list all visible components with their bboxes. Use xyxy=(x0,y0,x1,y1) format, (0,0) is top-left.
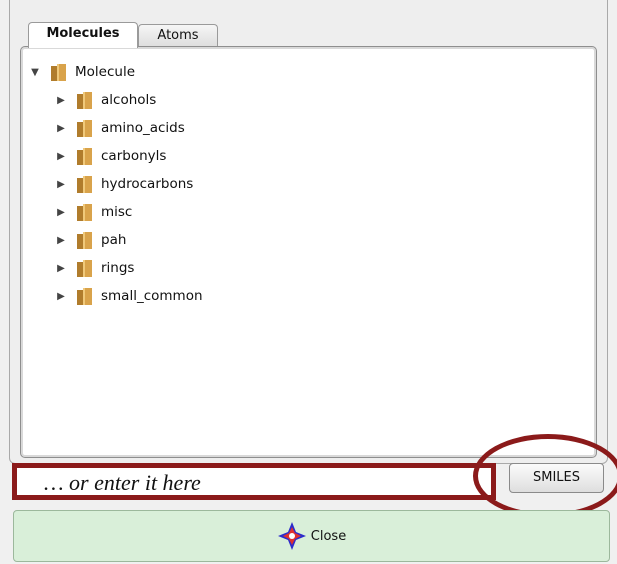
tree-item-label: carbonyls xyxy=(101,148,167,164)
tree-item-pah[interactable]: ▶ pah xyxy=(55,228,126,252)
folder-icon xyxy=(77,148,92,165)
tree-item-label: alcohols xyxy=(101,92,157,108)
folder-icon xyxy=(77,288,92,305)
smiles-input[interactable] xyxy=(22,470,482,496)
expand-arrow-icon[interactable]: ▼ xyxy=(29,67,41,78)
tree-item-rings[interactable]: ▶ rings xyxy=(55,256,134,280)
tree-item-label: amino_acids xyxy=(101,120,185,136)
tree-item-label: Molecule xyxy=(75,64,135,80)
tree-item-amino-acids[interactable]: ▶ amino_acids xyxy=(55,116,185,140)
tree-item-small-common[interactable]: ▶ small_common xyxy=(55,284,203,308)
collapse-arrow-icon[interactable]: ▶ xyxy=(55,95,67,106)
folder-icon xyxy=(77,260,92,277)
molecule-tree[interactable]: ▼ Molecule ▶ alcohols ▶ amino_acids ▶ ca… xyxy=(20,46,597,458)
tree-item-label: hydrocarbons xyxy=(101,176,194,192)
tree-item-carbonyls[interactable]: ▶ carbonyls xyxy=(55,144,166,168)
folder-icon xyxy=(51,64,66,81)
tree-item-misc[interactable]: ▶ misc xyxy=(55,200,132,224)
smiles-button[interactable]: SMILES xyxy=(509,463,604,493)
folder-icon xyxy=(77,204,92,221)
tree-item-hydrocarbons[interactable]: ▶ hydrocarbons xyxy=(55,172,193,196)
tree-item-label: rings xyxy=(101,260,135,276)
collapse-arrow-icon[interactable]: ▶ xyxy=(55,263,67,274)
collapse-arrow-icon[interactable]: ▶ xyxy=(55,123,67,134)
tree-item-alcohols[interactable]: ▶ alcohols xyxy=(55,88,156,112)
tree-item-label: misc xyxy=(101,204,133,220)
folder-icon xyxy=(77,92,92,109)
smiles-input-highlight xyxy=(12,463,496,500)
tree-root[interactable]: ▼ Molecule xyxy=(29,60,135,84)
collapse-arrow-icon[interactable]: ▶ xyxy=(55,207,67,218)
tree-item-label: small_common xyxy=(101,288,203,304)
collapse-arrow-icon[interactable]: ▶ xyxy=(55,291,67,302)
folder-icon xyxy=(77,120,92,137)
close-button[interactable]: Close xyxy=(13,510,610,562)
close-button-label: Close xyxy=(310,528,347,544)
collapse-arrow-icon[interactable]: ▶ xyxy=(55,235,67,246)
collapse-arrow-icon[interactable]: ▶ xyxy=(55,179,67,190)
tree-item-label: pah xyxy=(101,232,127,248)
collapse-arrow-icon[interactable]: ▶ xyxy=(55,151,67,162)
molecule-icon xyxy=(277,522,306,550)
tab-atoms[interactable]: Atoms xyxy=(138,24,218,48)
folder-icon xyxy=(77,232,92,249)
folder-icon xyxy=(77,176,92,193)
tab-molecules[interactable]: Molecules xyxy=(28,22,138,48)
